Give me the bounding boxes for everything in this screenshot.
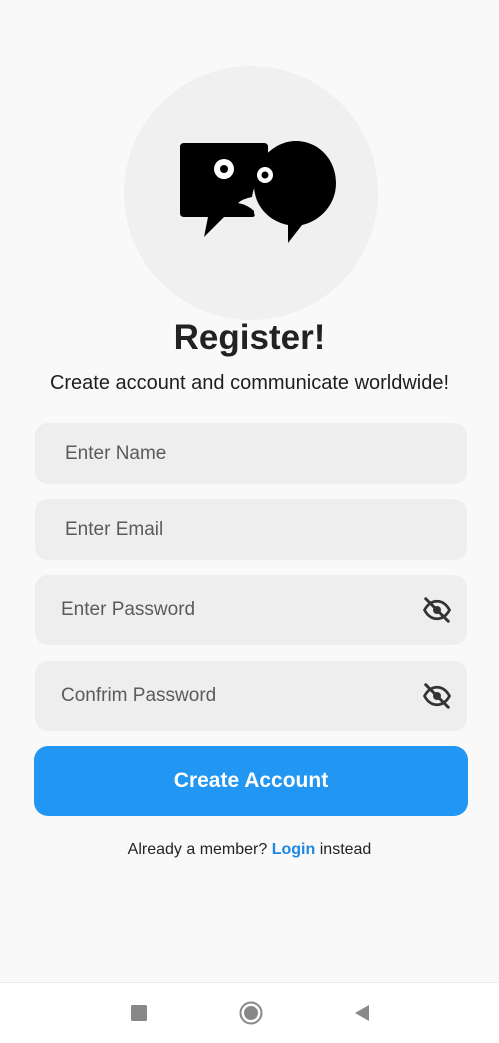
create-account-button[interactable]: Create Account bbox=[34, 746, 468, 816]
login-prompt: Already a member? Login instead bbox=[0, 841, 499, 859]
login-prompt-suffix: instead bbox=[319, 841, 372, 858]
page-title: Register! bbox=[173, 318, 326, 357]
register-screen: Register! Create account and communicate… bbox=[0, 0, 499, 982]
password-field-container bbox=[35, 575, 467, 645]
triangle-back-icon[interactable] bbox=[349, 1000, 375, 1026]
circle-icon[interactable] bbox=[238, 1000, 264, 1026]
confirm-password-input[interactable] bbox=[35, 661, 467, 731]
email-input[interactable] bbox=[35, 499, 467, 560]
logo-container bbox=[124, 66, 378, 320]
eye-off-icon[interactable] bbox=[422, 681, 452, 711]
login-link[interactable]: Login bbox=[272, 841, 316, 858]
chat-bubbles-logo-icon bbox=[180, 141, 336, 243]
email-field-container bbox=[35, 499, 467, 560]
login-prompt-prefix: Already a member? bbox=[127, 841, 268, 858]
password-input[interactable] bbox=[35, 575, 467, 645]
system-navigation-bar bbox=[0, 982, 499, 1043]
page-subtitle: Create account and communicate worldwide… bbox=[49, 372, 450, 394]
name-input[interactable] bbox=[35, 423, 467, 484]
confirm-password-field-container bbox=[35, 661, 467, 731]
square-icon[interactable] bbox=[126, 1000, 152, 1026]
name-field-container bbox=[35, 423, 467, 484]
eye-off-icon[interactable] bbox=[422, 595, 452, 625]
